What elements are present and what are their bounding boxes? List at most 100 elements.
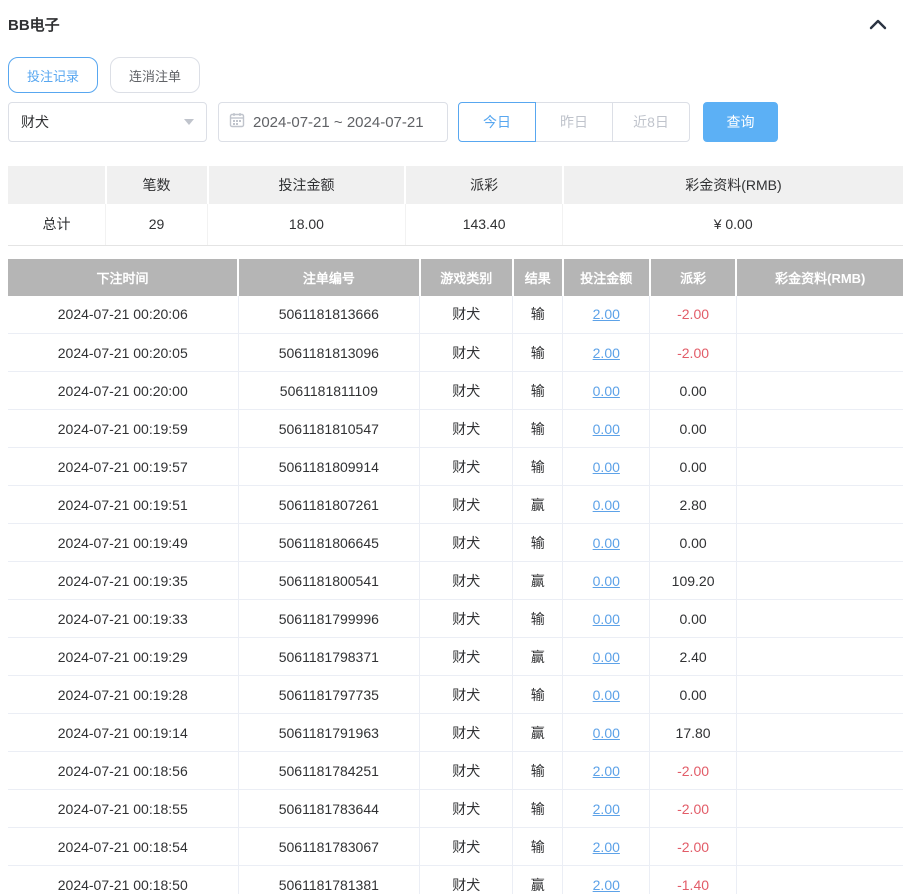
bet-amount-link[interactable]: 0.00 [593,687,620,703]
table-row: 2024-07-21 00:20:05 5061181813096 财犬输 2.00 -… [8,333,903,372]
query-button[interactable]: 查询 [703,102,778,142]
cell-time: 2024-07-21 00:20:06 [8,295,239,334]
cell-bet: 2.00 [562,789,651,828]
quick-range-group: 今日 昨日 近8日 [458,102,690,142]
bet-records-panel: BB电子 投注记录 连消注单 财犬 2024-07-21 ~ 2024-07-2… [0,0,911,894]
cell-bonus [736,637,903,676]
cell-time: 2024-07-21 00:19:33 [8,599,239,638]
cell-bonus [736,827,903,866]
cell-time: 2024-07-21 00:18:54 [8,827,239,866]
cell-result: 输 [512,409,564,448]
cell-time: 2024-07-21 00:19:28 [8,675,239,714]
cell-order_no: 5061181813666 [238,295,421,334]
cell-bonus [736,789,903,828]
cell-bet: 0.00 [562,409,651,448]
cell-bonus [736,409,903,448]
page-title: BB电子 [8,17,60,34]
table-row: 2024-07-21 00:18:55 5061181783644 财犬输 2.00 -… [8,789,903,828]
cell-payout: 0.00 [649,523,737,562]
cell-payout: 17.80 [649,713,737,752]
summary-column-header: 投注金额 [207,166,407,204]
bet-column-header: 注单编号 [238,258,421,296]
cell-result: 输 [512,295,564,334]
cell-game: 财犬 [419,447,514,486]
bet-amount-link[interactable]: 0.00 [593,383,620,399]
game-select[interactable]: 财犬 [8,102,207,142]
cell-game: 财犬 [419,295,514,334]
cell-bet: 2.00 [562,865,651,894]
cell-payout: -1.40 [649,865,737,894]
cell-bonus [736,599,903,638]
cell-order_no: 5061181809914 [238,447,421,486]
bet-column-header: 下注时间 [8,258,239,296]
summary-count: 29 [105,204,209,246]
cell-result: 输 [512,751,564,790]
cell-bonus [736,865,903,894]
bet-amount-link[interactable]: 0.00 [593,725,620,741]
bet-amount-link[interactable]: 2.00 [593,839,620,855]
bet-amount-link[interactable]: 2.00 [593,801,620,817]
quick-range-last-8-days[interactable]: 近8日 [612,102,690,142]
table-row: 2024-07-21 00:20:06 5061181813666 财犬输 2.00 -… [8,295,903,334]
bet-table: 下注时间 注单编号 游戏类别 结果 投注金额 派彩 彩金资料(RMB) 2024-07-21… [8,258,903,894]
cell-bonus [736,751,903,790]
bet-amount-link[interactable]: 2.00 [593,877,620,893]
bet-amount-link[interactable]: 0.00 [593,649,620,665]
cell-order_no: 5061181800541 [238,561,421,600]
bet-amount-link[interactable]: 0.00 [593,611,620,627]
cell-game: 财犬 [419,713,514,752]
bet-amount-link[interactable]: 2.00 [593,306,620,322]
cell-bonus [736,485,903,524]
tab-cancelled-orders[interactable]: 连消注单 [110,57,201,93]
cell-result: 输 [512,675,564,714]
cell-order_no: 5061181783067 [238,827,421,866]
cell-game: 财犬 [419,485,514,524]
record-tabs: 投注记录 连消注单 [8,57,903,93]
cell-time: 2024-07-21 00:20:00 [8,371,239,410]
cell-payout: 0.00 [649,599,737,638]
cell-result: 输 [512,827,564,866]
table-row: 2024-07-21 00:19:29 5061181798371 财犬赢 0.00 2… [8,637,903,676]
bet-amount-link[interactable]: 0.00 [593,535,620,551]
bet-column-header: 彩金资料(RMB) [736,258,903,296]
cell-game: 财犬 [419,599,514,638]
bet-amount-link[interactable]: 0.00 [593,421,620,437]
summary-header-row: 笔数 投注金额 派彩 彩金资料(RMB) [8,166,903,204]
table-row: 2024-07-21 00:19:28 5061181797735 财犬输 0.00 0… [8,675,903,714]
cell-bonus [736,333,903,372]
cell-payout: 0.00 [649,409,737,448]
cell-bonus [736,713,903,752]
cell-order_no: 5061181807261 [238,485,421,524]
quick-range-yesterday[interactable]: 昨日 [535,102,613,142]
cell-bet: 0.00 [562,675,651,714]
cell-game: 财犬 [419,827,514,866]
quick-range-today[interactable]: 今日 [458,102,536,142]
cell-order_no: 5061181811109 [238,371,421,410]
cell-time: 2024-07-21 00:19:57 [8,447,239,486]
bet-amount-link[interactable]: 0.00 [593,459,620,475]
chevron-up-icon[interactable] [867,14,889,36]
cell-time: 2024-07-21 00:19:14 [8,713,239,752]
cell-order_no: 5061181813096 [238,333,421,372]
cell-bet: 0.00 [562,523,651,562]
summary-payout: 143.40 [405,204,564,246]
cell-game: 财犬 [419,371,514,410]
bet-amount-link[interactable]: 2.00 [593,345,620,361]
cell-bonus [736,675,903,714]
tab-bet-records[interactable]: 投注记录 [8,57,99,93]
cell-game: 财犬 [419,637,514,676]
bet-amount-link[interactable]: 2.00 [593,763,620,779]
cell-order_no: 5061181797735 [238,675,421,714]
cell-game: 财犬 [419,751,514,790]
table-row: 2024-07-21 00:18:50 5061181781381 财犬赢 2.00 -… [8,865,903,894]
cell-result: 输 [512,789,564,828]
cell-payout: 2.40 [649,637,737,676]
bet-column-header: 派彩 [649,258,738,296]
date-range-picker[interactable]: 2024-07-21 ~ 2024-07-21 [218,102,448,142]
cell-bet: 0.00 [562,485,651,524]
bet-amount-link[interactable]: 0.00 [593,497,620,513]
summary-column-header: 派彩 [405,166,564,204]
bet-amount-link[interactable]: 0.00 [593,573,620,589]
cell-bet: 2.00 [562,827,651,866]
cell-result: 赢 [512,485,564,524]
